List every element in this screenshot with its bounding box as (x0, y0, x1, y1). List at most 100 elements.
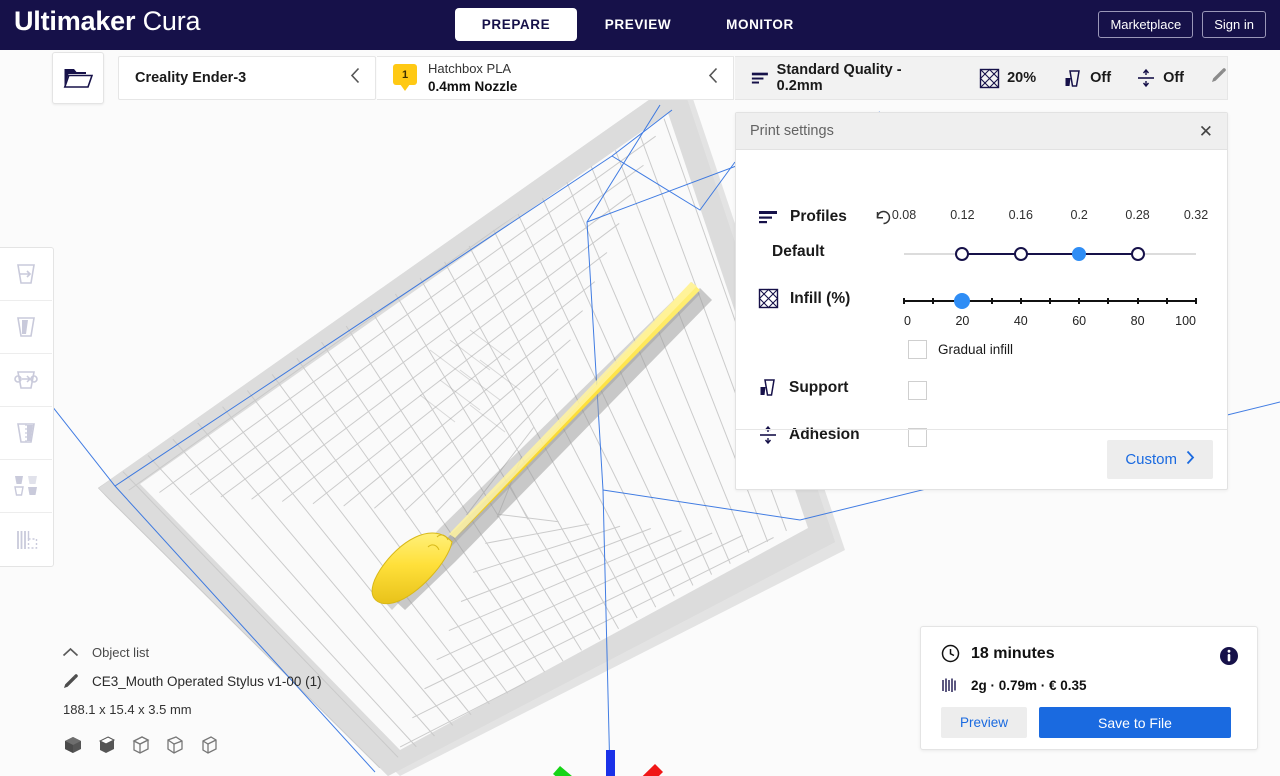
adhesion-value: Off (1163, 70, 1184, 86)
profile-default-label: Default (772, 243, 825, 260)
filament-icon (942, 678, 956, 692)
view-mode-buttons (63, 735, 322, 760)
profile-handle-0.12[interactable] (955, 247, 970, 261)
view-mode-layer[interactable] (199, 735, 219, 760)
gradual-infill-checkbox[interactable] (908, 340, 927, 359)
signin-button[interactable]: Sign in (1202, 11, 1266, 38)
profiles-label: Profiles (790, 208, 847, 225)
infill-icon (758, 288, 779, 309)
infill-tick-0 (903, 298, 905, 304)
chevron-right-icon (1186, 450, 1195, 469)
machine-selector[interactable]: Creality Ender-3 (118, 56, 376, 100)
mirror-tool-icon (17, 423, 35, 443)
layer-cube-icon (202, 736, 217, 754)
solid-cube-icon (65, 737, 81, 753)
infill-label-60: 60 (1072, 314, 1087, 328)
object-list-panel: Object list CE3_Mouth Operated Stylus v1… (62, 645, 322, 760)
infill-tick-10 (932, 298, 935, 304)
tab-preview[interactable]: PREVIEW (577, 8, 699, 41)
tab-prepare[interactable]: PREPARE (455, 8, 577, 41)
profile-tick-0.32: 0.32 (1183, 208, 1209, 222)
print-time-row: 18 minutes (941, 644, 1055, 663)
profile-tick-labels: 0.08 0.12 0.16 0.2 0.28 0.32 (892, 208, 1208, 226)
rotate-tool-icon (14, 371, 38, 389)
profile-handle-0.16[interactable] (1013, 247, 1028, 261)
layer-height-icon (751, 72, 768, 84)
rotate-tool[interactable] (0, 354, 52, 407)
profile-handle-0.28[interactable] (1130, 247, 1145, 261)
support-icon (760, 379, 775, 396)
object-list-item-label: CE3_Mouth Operated Stylus v1-00 (1) (92, 674, 322, 689)
view-mode-outline[interactable] (131, 735, 151, 760)
move-tool[interactable] (0, 248, 52, 301)
object-list-toggle[interactable]: Object list (62, 645, 322, 660)
save-to-file-button[interactable]: Save to File (1039, 707, 1231, 738)
print-settings-footer: Custom (736, 429, 1227, 489)
gradual-infill-row[interactable]: Gradual infill (908, 340, 1013, 359)
infill-tick-labels: 0 20 40 60 80 100 (904, 314, 1196, 330)
profile-handle-0.2[interactable] (1072, 247, 1087, 261)
infill-tick-100 (1195, 298, 1197, 304)
support-blocker-tool[interactable] (0, 513, 52, 566)
view-mode-filled[interactable] (97, 735, 117, 760)
infill-icon (979, 68, 1000, 88)
custom-settings-button[interactable]: Custom (1107, 440, 1213, 479)
per-model-settings-tool[interactable] (0, 460, 52, 513)
outline-cube-icon (132, 736, 150, 754)
profile-tick-0.16: 0.16 (1008, 208, 1033, 222)
layer-height-icon (759, 211, 777, 224)
print-action-buttons: Preview Save to File (941, 707, 1231, 738)
axis-indicator (553, 750, 663, 776)
xray-cube-icon (167, 736, 183, 754)
profiles-row-label: Profiles (758, 208, 847, 226)
material-name: Hatchbox PLA (428, 61, 512, 77)
object-dimensions: 188.1 x 15.4 x 3.5 mm (63, 702, 192, 717)
print-info-button[interactable] (1219, 646, 1239, 671)
infill-label: Infill (%) (790, 289, 851, 307)
quality-summary: Standard Quality - 0.2mm (751, 62, 932, 94)
profile-tick-0.12: 0.12 (950, 208, 975, 222)
machine-chevron-icon (350, 67, 361, 89)
print-settings-title: Print settings (750, 123, 834, 139)
edit-settings-button[interactable] (1210, 67, 1227, 89)
extruder-number: 1 (393, 64, 417, 85)
material-text: Hatchbox PLA 0.4mm Nozzle (428, 61, 517, 95)
tab-monitor[interactable]: MONITOR (699, 8, 821, 41)
infill-summary: 20% (979, 68, 1036, 89)
object-list-item[interactable]: CE3_Mouth Operated Stylus v1-00 (1) (62, 673, 322, 690)
view-mode-xray[interactable] (165, 735, 185, 760)
support-row-label: Support (758, 378, 848, 397)
infill-slider-handle[interactable] (954, 293, 971, 309)
quality-value: Standard Quality - 0.2mm (776, 62, 902, 94)
infill-label-40: 40 (1013, 314, 1028, 328)
mirror-tool[interactable] (0, 407, 52, 460)
print-job-card: 18 minutes 2g · 0.79m · € 0.35 Preview S… (920, 626, 1258, 750)
move-tool-icon (17, 264, 35, 284)
material-usage-row: 2g · 0.79m · € 0.35 (941, 677, 1087, 694)
custom-button-label: Custom (1125, 451, 1177, 468)
left-toolbar (0, 247, 54, 567)
infill-tick-80 (1136, 298, 1139, 304)
scale-tool[interactable] (0, 301, 52, 354)
preview-button[interactable]: Preview (941, 707, 1027, 738)
profile-tick-0.08: 0.08 (891, 208, 917, 222)
extruder-badge-tip (400, 84, 410, 91)
revert-profile-button[interactable] (874, 208, 893, 232)
support-checkbox[interactable] (908, 381, 927, 400)
profile-slider[interactable] (904, 245, 1196, 263)
info-icon (1220, 647, 1238, 665)
marketplace-button[interactable]: Marketplace (1098, 11, 1194, 38)
infill-slider[interactable] (903, 293, 1197, 309)
infill-slider-wrap: 0 20 40 60 80 100 (903, 293, 1197, 330)
print-settings-panel: Print settings ✕ Profiles Default 0.08 0… (735, 112, 1228, 490)
open-file-button[interactable] (52, 52, 104, 104)
close-icon[interactable]: ✕ (1199, 123, 1213, 140)
per-model-settings-icon (14, 476, 37, 496)
infill-label-100: 100 (1175, 314, 1196, 328)
print-settings-summary-bar[interactable]: Standard Quality - 0.2mm 20% Off Off (735, 56, 1228, 100)
infill-row-label: Infill (%) (758, 288, 850, 309)
infill-label-80: 80 (1130, 314, 1145, 328)
view-mode-solid[interactable] (63, 735, 83, 760)
cura-application-window: Object list CE3_Mouth Operated Stylus v1… (0, 0, 1280, 776)
material-selector[interactable]: 1 Hatchbox PLA 0.4mm Nozzle (377, 56, 734, 100)
